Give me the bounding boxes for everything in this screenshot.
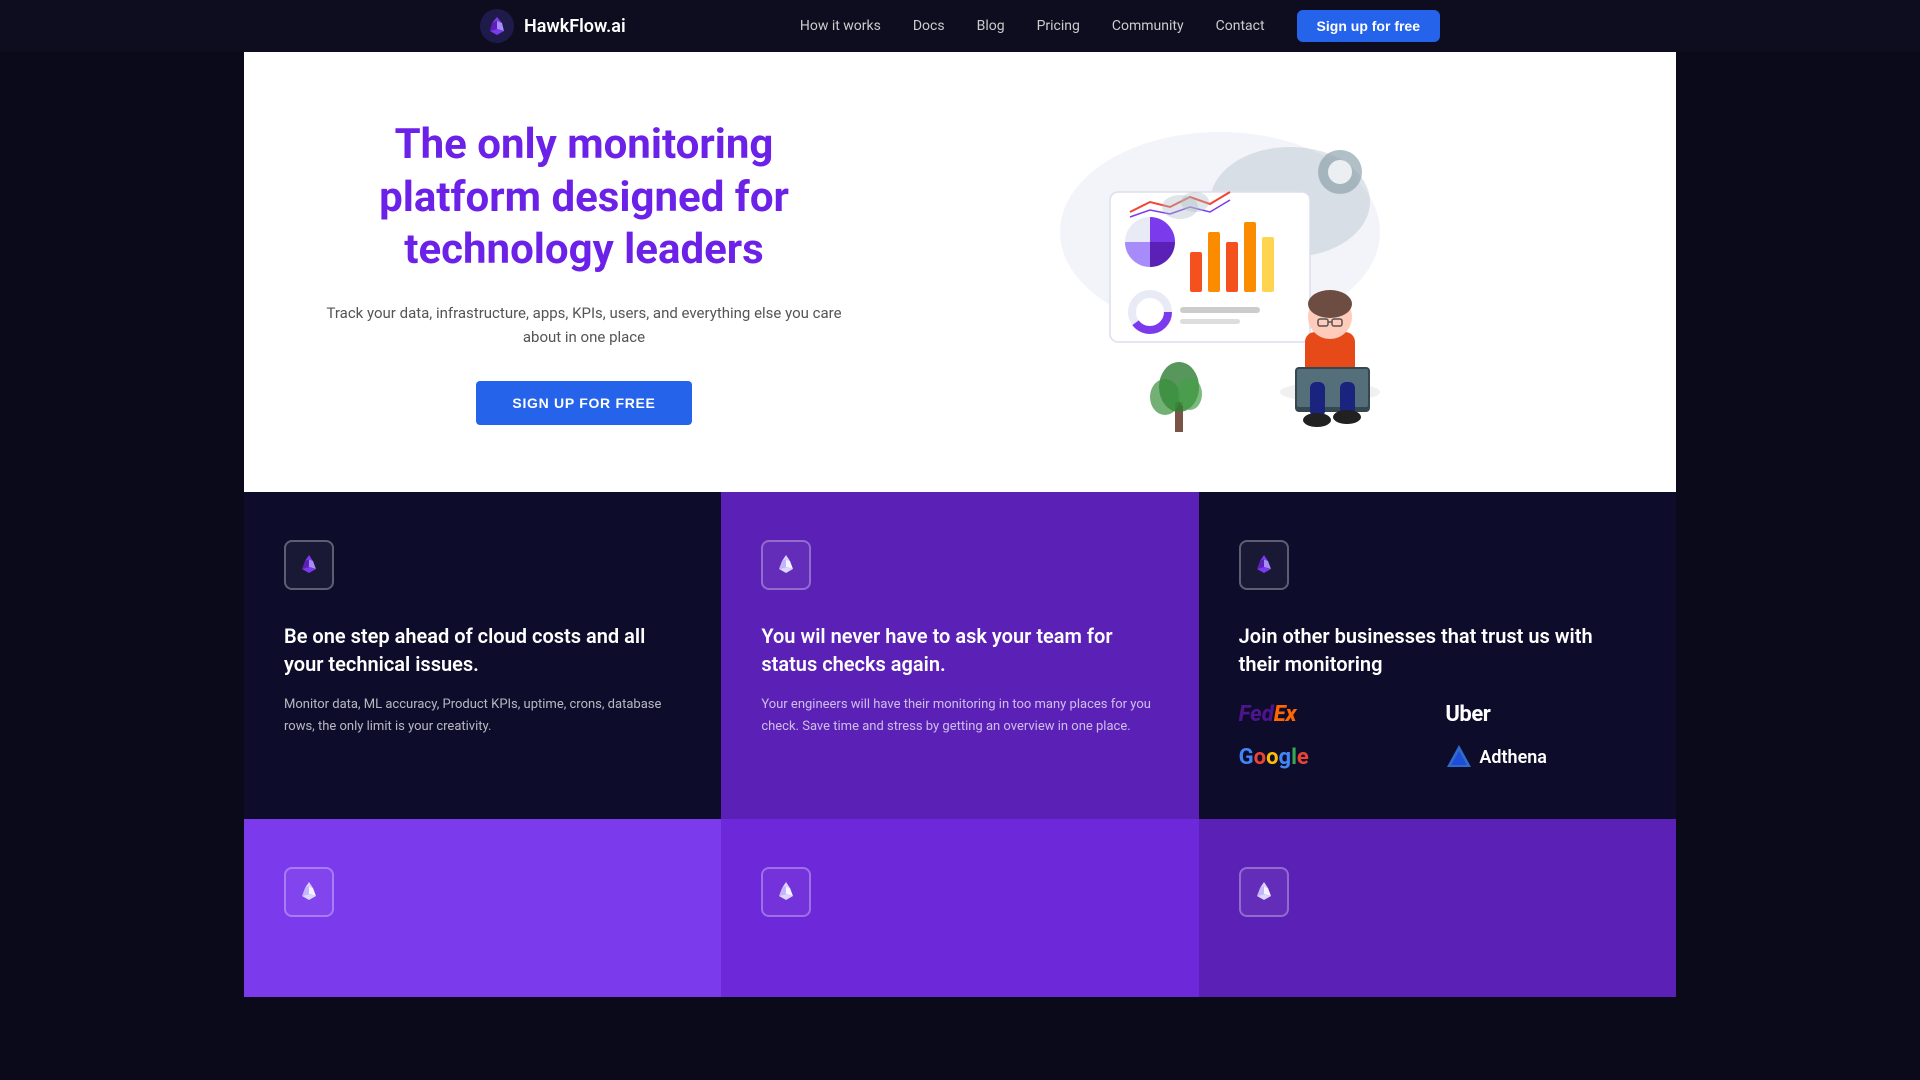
feature-card-row2-2 — [721, 819, 1198, 997]
nav-links: How it works Docs Blog Pricing Community… — [800, 10, 1440, 42]
feature-icon-box-row2-3 — [1239, 867, 1289, 917]
hawkflow-icon-row2-2 — [772, 878, 800, 906]
uber-logo: Uber — [1445, 702, 1636, 727]
feature-card-trusted: Join other businesses that trust us with… — [1199, 492, 1676, 819]
feature-card-status-checks: You wil never have to ask your team for … — [721, 492, 1198, 819]
feature-icon-box-3 — [1239, 540, 1289, 590]
features-row2 — [244, 819, 1676, 997]
hero-section: The only monitoring platform designed fo… — [244, 52, 1676, 492]
hawkflow-icon-2 — [772, 551, 800, 579]
hawkflow-icon-3 — [1250, 551, 1278, 579]
features-grid: Be one step ahead of cloud costs and all… — [244, 492, 1676, 819]
feature-icon-box-2 — [761, 540, 811, 590]
hero-title: The only monitoring platform designed fo… — [324, 119, 844, 277]
trusted-title: Join other businesses that trust us with… — [1239, 622, 1636, 678]
navbar: HawkFlow.ai How it works Docs Blog Prici… — [0, 0, 1920, 52]
hawkflow-icon-row2-1 — [295, 878, 323, 906]
google-logo: Google — [1239, 743, 1430, 771]
hawkflow-icon-1 — [295, 551, 323, 579]
feature-card-row2-1 — [244, 819, 721, 997]
nav-signup-button[interactable]: Sign up for free — [1297, 10, 1440, 42]
hero-illustration-container — [844, 112, 1596, 432]
logos-grid: FedEx Uber Google Adthena — [1239, 702, 1636, 771]
nav-community[interactable]: Community — [1112, 18, 1184, 34]
feature-icon-box-row2-2 — [761, 867, 811, 917]
logo-text: HawkFlow.ai — [524, 16, 626, 37]
nav-contact[interactable]: Contact — [1216, 18, 1265, 34]
nav-docs[interactable]: Docs — [913, 18, 945, 34]
nav-blog[interactable]: Blog — [977, 18, 1005, 34]
hawkflow-icon-row2-3 — [1250, 878, 1278, 906]
nav-how-it-works[interactable]: How it works — [800, 18, 881, 34]
feature-icon-box-1 — [284, 540, 334, 590]
feature-card-row2-3 — [1199, 819, 1676, 997]
adthena-logo-icon — [1445, 743, 1473, 771]
hero-subtitle: Track your data, infrastructure, apps, K… — [324, 301, 844, 349]
hawkflow-logo-icon — [480, 9, 514, 43]
logo-link[interactable]: HawkFlow.ai — [480, 9, 626, 43]
feature-desc-1: Monitor data, ML accuracy, Product KPIs,… — [284, 694, 681, 738]
hero-cta-button[interactable]: SIGN UP FOR FREE — [476, 381, 691, 425]
fedex-logo: FedEx — [1239, 702, 1430, 727]
feature-title-1: Be one step ahead of cloud costs and all… — [284, 622, 681, 678]
nav-pricing[interactable]: Pricing — [1037, 18, 1080, 34]
hero-illustration — [1020, 112, 1420, 432]
feature-desc-2: Your engineers will have their monitorin… — [761, 694, 1158, 738]
feature-icon-box-row2-1 — [284, 867, 334, 917]
feature-title-2: You wil never have to ask your team for … — [761, 622, 1158, 678]
feature-card-cloud-costs: Be one step ahead of cloud costs and all… — [244, 492, 721, 819]
adthena-logo: Adthena — [1445, 743, 1636, 771]
hero-content: The only monitoring platform designed fo… — [324, 119, 844, 425]
